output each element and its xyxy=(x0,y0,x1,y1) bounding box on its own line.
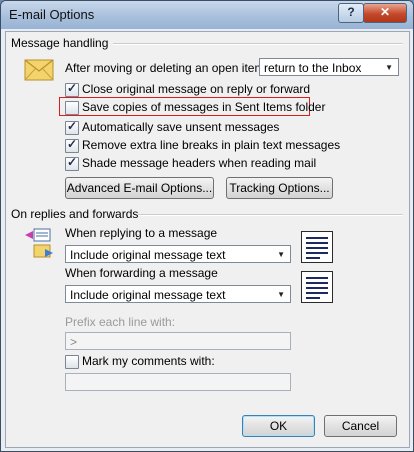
prefix-input[interactable]: > xyxy=(65,332,291,350)
mark-comments-label: Mark my comments with: xyxy=(82,354,215,368)
shade-headers-checkbox[interactable]: ✓ xyxy=(65,155,79,171)
close-icon: ✕ xyxy=(379,5,391,19)
save-copies-checkbox[interactable] xyxy=(65,101,79,115)
shade-headers-label: Shade message headers when reading mail xyxy=(82,156,317,170)
after-moving-value: return to the Inbox xyxy=(264,61,362,75)
mark-comments-input[interactable] xyxy=(65,373,291,391)
replies-forwards-title: On replies and forwards xyxy=(11,207,139,221)
advanced-email-options-button[interactable]: Advanced E-mail Options... xyxy=(65,177,214,199)
dropdown-arrow-icon: ▼ xyxy=(277,290,285,299)
remove-line-breaks-label: Remove extra line breaks in plain text m… xyxy=(82,138,341,152)
group-divider xyxy=(113,43,403,45)
close-button[interactable]: ✕ xyxy=(363,3,407,23)
remove-line-breaks-checkbox[interactable]: ✓ xyxy=(65,137,79,153)
forward-value: Include original message text xyxy=(70,288,226,302)
envelope-icon xyxy=(24,59,54,81)
checkmark-icon: ✓ xyxy=(67,119,78,133)
ok-button[interactable]: OK xyxy=(242,415,315,437)
forward-preview-icon xyxy=(301,271,333,303)
cancel-button[interactable]: Cancel xyxy=(324,415,397,437)
after-moving-select[interactable]: return to the Inbox ▼ xyxy=(259,58,399,76)
forward-select[interactable]: Include original message text ▼ xyxy=(65,285,291,303)
close-original-label: Close original message on reply or forwa… xyxy=(82,82,311,96)
dialog-title: E-mail Options xyxy=(9,7,95,22)
forward-label: When forwarding a message xyxy=(65,266,218,280)
checkmark-icon: ✓ xyxy=(67,81,78,95)
reply-value: Include original message text xyxy=(70,248,226,262)
dropdown-arrow-icon: ▼ xyxy=(385,63,393,72)
reply-label: When replying to a message xyxy=(65,226,218,240)
checkmark-icon: ✓ xyxy=(67,137,78,151)
email-options-dialog: E-mail Options ? ✕ Message handling Afte… xyxy=(0,0,414,452)
reply-select[interactable]: Include original message text ▼ xyxy=(65,245,291,263)
dialog-body: Message handling After moving or deletin… xyxy=(5,31,410,448)
title-bar[interactable]: E-mail Options ? ✕ xyxy=(1,1,413,29)
after-moving-label: After moving or deleting an open item: xyxy=(65,61,268,75)
mark-comments-checkbox[interactable] xyxy=(65,355,79,369)
message-handling-title: Message handling xyxy=(11,36,109,50)
auto-save-label: Automatically save unsent messages xyxy=(82,120,280,134)
tracking-options-button[interactable]: Tracking Options... xyxy=(226,177,333,199)
prefix-label: Prefix each line with: xyxy=(65,315,176,329)
reply-preview-icon xyxy=(301,231,333,263)
auto-save-checkbox[interactable]: ✓ xyxy=(65,119,79,135)
dropdown-arrow-icon: ▼ xyxy=(277,250,285,259)
help-button[interactable]: ? xyxy=(338,3,364,23)
save-copies-label: Save copies of messages in Sent Items fo… xyxy=(82,100,326,114)
checkmark-icon: ✓ xyxy=(67,155,78,169)
reply-forward-icon xyxy=(25,228,53,258)
close-original-checkbox[interactable]: ✓ xyxy=(65,81,79,97)
group-divider xyxy=(138,214,403,216)
help-icon: ? xyxy=(347,5,355,19)
